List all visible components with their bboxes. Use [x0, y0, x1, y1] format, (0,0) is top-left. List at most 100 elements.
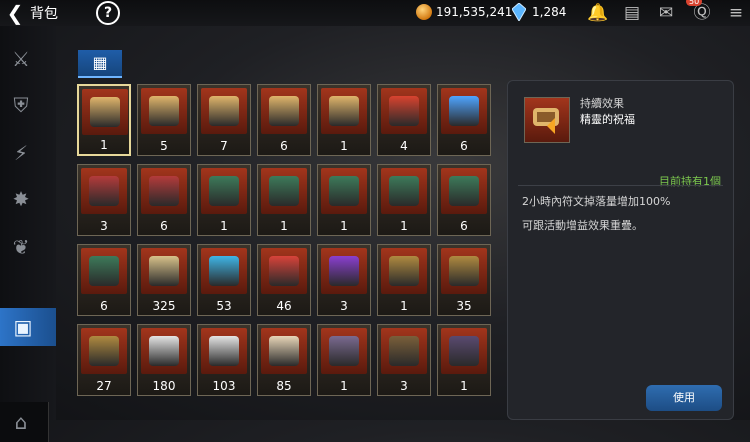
divider: [518, 185, 723, 186]
item-detail-panel: 持續效果 精靈的祝福 目前持有1個 2小時內符文掉落量增加100% 可跟活動增益…: [507, 80, 734, 420]
bell-icon[interactable]: 🔔: [586, 2, 610, 24]
item-art: [81, 248, 127, 294]
inventory-slot[interactable]: 3: [317, 244, 371, 316]
item-count: 6: [280, 139, 288, 153]
item-count: 3: [400, 379, 408, 393]
sidebar-item-chest[interactable]: ▣: [0, 308, 56, 346]
sidebar-item-equipment[interactable]: ⚔: [6, 44, 36, 74]
owned-count: 目前持有1個: [659, 175, 721, 188]
sidebar-item-house[interactable]: ⌂: [0, 402, 49, 442]
item-count: 7: [220, 139, 228, 153]
sidebar-item-armor[interactable]: ⛨: [6, 90, 36, 120]
scroll-icon: [209, 96, 239, 126]
item-count: 6: [160, 219, 168, 233]
inventory-slot[interactable]: 35: [437, 244, 491, 316]
inventory-slot[interactable]: 6: [77, 244, 131, 316]
item-art: [81, 168, 127, 214]
chevron-left-icon[interactable]: ❮: [4, 2, 26, 24]
chest-icon: [329, 336, 359, 366]
inventory-slot[interactable]: 4: [377, 84, 431, 156]
chest-icon: [149, 336, 179, 366]
inventory-slot[interactable]: 1: [77, 84, 131, 156]
use-button[interactable]: 使用: [646, 385, 722, 411]
mail-icon[interactable]: ✉: [654, 2, 678, 24]
notification-badge: 50: [686, 0, 703, 6]
inventory-slot[interactable]: 1: [197, 164, 251, 236]
item-count: 6: [460, 219, 468, 233]
item-count: 1: [220, 219, 228, 233]
scroll-icon: [329, 96, 359, 126]
inventory-slot[interactable]: 1: [257, 164, 311, 236]
inventory-slot[interactable]: 1: [437, 324, 491, 396]
item-art: [321, 88, 367, 134]
inventory-slot[interactable]: 6: [257, 84, 311, 156]
inventory-slot[interactable]: 3: [377, 324, 431, 396]
inventory-slot[interactable]: 3: [77, 164, 131, 236]
tab-all[interactable]: ▦: [78, 50, 122, 76]
item-count: 1: [340, 139, 348, 153]
inventory-slot[interactable]: 6: [437, 84, 491, 156]
item-art: [141, 88, 187, 134]
item-art: [261, 88, 307, 134]
item-art: [201, 168, 247, 214]
chest-icon: [329, 256, 359, 286]
inventory-slot[interactable]: 1: [317, 324, 371, 396]
item-count: 3: [100, 219, 108, 233]
item-art: [441, 88, 487, 134]
selected-item-icon: [524, 97, 570, 143]
item-count: 103: [212, 379, 236, 393]
item-art: [261, 328, 307, 374]
inventory-slot[interactable]: 103: [197, 324, 251, 396]
chest-icon: [209, 336, 239, 366]
guild-icon[interactable]: ▤: [620, 2, 644, 24]
sidebar-item-rune[interactable]: ✸: [6, 184, 36, 214]
item-art: [441, 328, 487, 374]
item-count: 27: [96, 379, 112, 393]
inventory-slot[interactable]: 7: [197, 84, 251, 156]
inventory-slot[interactable]: 5: [137, 84, 191, 156]
item-art: [321, 168, 367, 214]
inventory-slot[interactable]: 325: [137, 244, 191, 316]
chest-icon: [389, 336, 419, 366]
inventory-slot[interactable]: 1: [377, 244, 431, 316]
item-art: [201, 88, 247, 134]
item-art: [381, 168, 427, 214]
item-count: 1: [400, 219, 408, 233]
chest-icon: [449, 176, 479, 206]
menu-icon[interactable]: ≡: [724, 2, 748, 24]
item-count: 53: [216, 299, 232, 313]
help-button[interactable]: ?: [96, 1, 120, 25]
item-count: 1: [340, 219, 348, 233]
item-count: 1: [340, 379, 348, 393]
item-count: 325: [152, 299, 176, 313]
item-count: 5: [160, 139, 168, 153]
gold-amount: 191,535,241: [436, 5, 513, 19]
inventory-slot[interactable]: 27: [77, 324, 131, 396]
inventory-slot[interactable]: 6: [437, 164, 491, 236]
item-count: 3: [340, 299, 348, 313]
inventory-slot[interactable]: 1: [377, 164, 431, 236]
chest-icon: [269, 336, 299, 366]
house-icon: ⌂: [14, 410, 28, 434]
sidebar-item-material[interactable]: ❦: [6, 232, 36, 262]
item-count: 6: [460, 139, 468, 153]
inventory-slot[interactable]: 85: [257, 324, 311, 396]
inventory-slot[interactable]: 46: [257, 244, 311, 316]
inventory-slot[interactable]: 1: [317, 164, 371, 236]
chest-icon: [449, 256, 479, 286]
shield-icon: ⛨: [13, 93, 29, 117]
chest-icon: [149, 256, 179, 286]
inventory-slot[interactable]: 53: [197, 244, 251, 316]
potion-icon: [449, 96, 479, 126]
pet-icon: ❦: [12, 235, 30, 259]
item-art: [261, 168, 307, 214]
top-bar: ❮ 背包 ? 191,535,241 1,284 🔔 ▤ ✉ Ⓠ 50 ≡: [0, 0, 750, 26]
inventory-slot[interactable]: 1: [317, 84, 371, 156]
chest-icon: [89, 256, 119, 286]
inventory-slot[interactable]: 180: [137, 324, 191, 396]
scroll-icon: [269, 96, 299, 126]
sidebar-item-skill[interactable]: ⚡: [6, 138, 36, 168]
tab-underline: [78, 76, 122, 78]
item-count: 1: [460, 379, 468, 393]
inventory-slot[interactable]: 6: [137, 164, 191, 236]
